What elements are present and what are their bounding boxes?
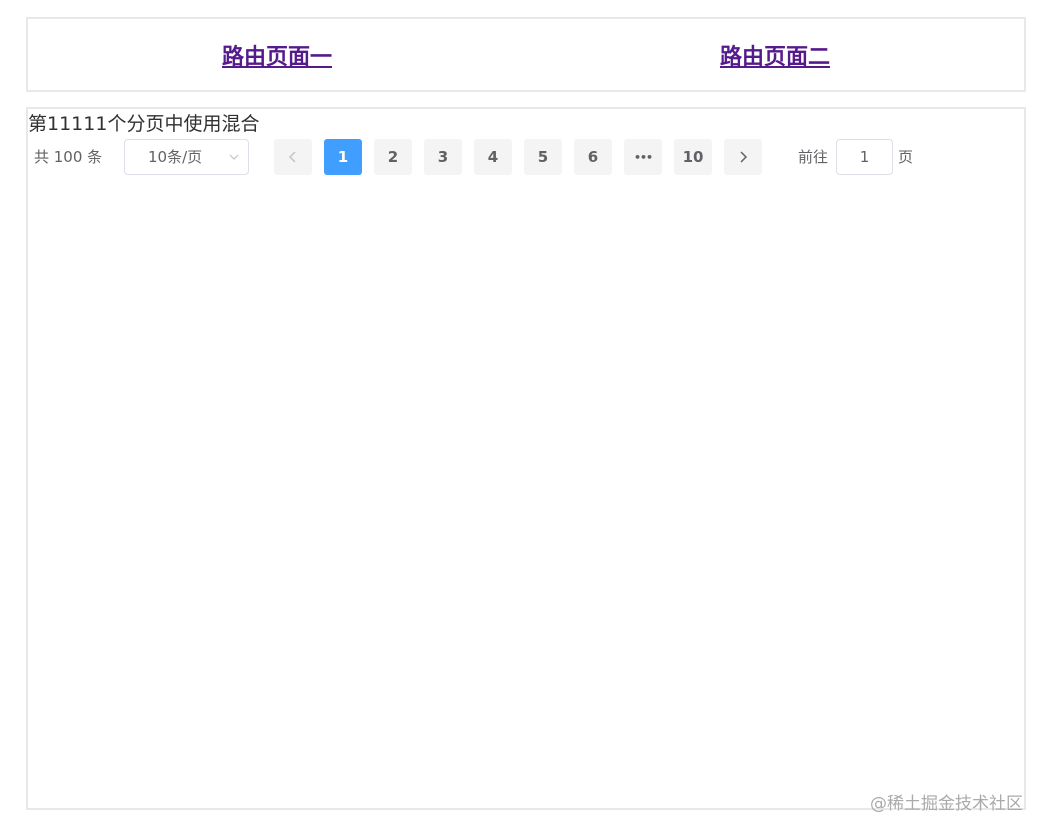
watermark: @稀土掘金技术社区 (870, 794, 1023, 814)
pagination: 共 100 条 10条/页 1 2 3 4 5 6 ••• 10 前往 页 (28, 139, 1024, 175)
page-button-3[interactable]: 3 (424, 139, 462, 175)
route-link-page-one[interactable]: 路由页面一 (222, 39, 332, 71)
pagination-total: 共 100 条 (34, 148, 103, 166)
page-size-select[interactable]: 10条/页 (124, 139, 249, 175)
page-button-6[interactable]: 6 (574, 139, 612, 175)
more-pages-button[interactable]: ••• (624, 139, 662, 175)
page-title: 第11111个分页中使用混合 (28, 113, 260, 135)
chevron-left-icon (288, 151, 296, 163)
nav-cell-1: 路由页面一 (28, 19, 526, 90)
page-button-10[interactable]: 10 (674, 139, 712, 175)
page-size-value: 10条/页 (148, 148, 203, 166)
page-button-2[interactable]: 2 (374, 139, 412, 175)
nav-bar: 路由页面一 路由页面二 (26, 17, 1026, 92)
goto-page-input[interactable] (836, 139, 893, 175)
prev-page-button[interactable] (274, 139, 312, 175)
goto-suffix: 页 (898, 148, 914, 166)
chevron-right-icon (740, 151, 748, 163)
page-button-5[interactable]: 5 (524, 139, 562, 175)
next-page-button[interactable] (724, 139, 762, 175)
nav-cell-2: 路由页面二 (526, 19, 1024, 90)
chevron-down-icon (229, 154, 239, 160)
page-button-4[interactable]: 4 (474, 139, 512, 175)
page-button-1[interactable]: 1 (324, 139, 362, 175)
goto-label: 前往 (798, 148, 829, 166)
router-view-panel: 第11111个分页中使用混合 共 100 条 10条/页 1 2 3 4 5 6… (26, 107, 1026, 810)
route-link-page-two[interactable]: 路由页面二 (720, 39, 830, 71)
